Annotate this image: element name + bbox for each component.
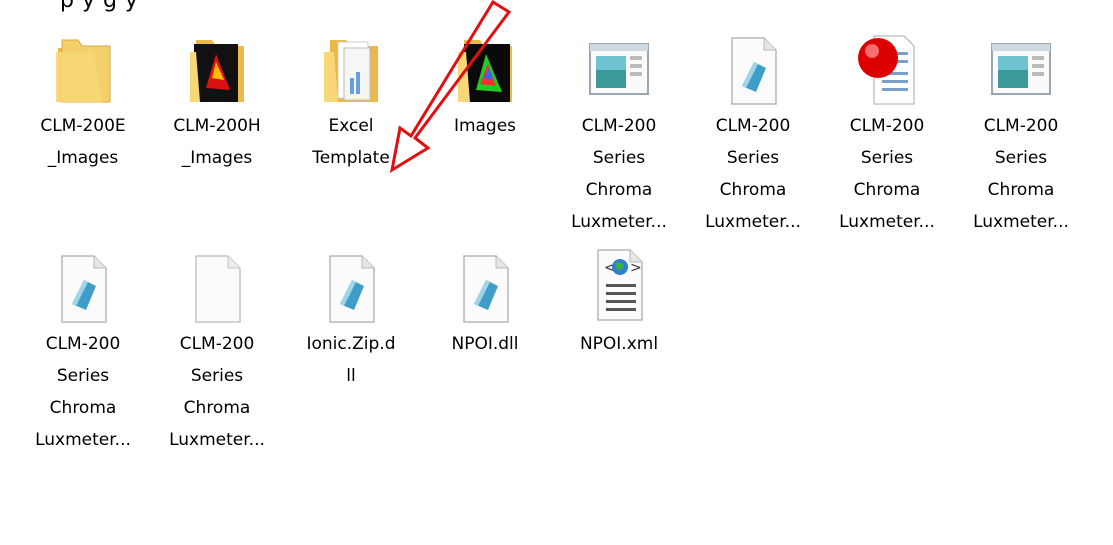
folder-icon xyxy=(48,18,118,108)
svg-text:>: > xyxy=(630,260,642,276)
file-item[interactable]: CLM-200 Series Chroma Luxmeter... xyxy=(154,236,280,456)
file-item-label: CLM-200 Series Chroma Luxmeter... xyxy=(705,116,801,232)
file-item[interactable]: CLM-200 Series Chroma Luxmeter... xyxy=(958,18,1084,238)
file-item[interactable]: Ionic.Zip.d ll xyxy=(288,236,414,392)
file-item[interactable]: CLM-200E _Images xyxy=(20,18,146,174)
file-item-label: CLM-200E _Images xyxy=(40,116,126,168)
file-item-label: CLM-200 Series Chroma Luxmeter... xyxy=(571,116,667,232)
file-item[interactable]: CLM-200 Series Chroma Luxmeter... xyxy=(824,18,950,238)
application-icon xyxy=(584,18,654,108)
folder-icon xyxy=(182,18,252,108)
folder-icon xyxy=(316,18,386,108)
file-item[interactable]: CLM-200H _Images xyxy=(154,18,280,174)
file-item[interactable]: CLM-200 Series Chroma Luxmeter... xyxy=(690,18,816,238)
application-icon xyxy=(986,18,1056,108)
file-item[interactable]: < > NPOI.xml xyxy=(556,236,682,360)
file-item[interactable]: NPOI.dll xyxy=(422,236,548,360)
document-file-icon xyxy=(48,236,118,326)
file-item-label: CLM-200H _Images xyxy=(173,116,261,168)
file-item-label: NPOI.dll xyxy=(451,334,519,354)
file-item-label: NPOI.xml xyxy=(579,334,659,354)
file-item-label: CLM-200 Series Chroma Luxmeter... xyxy=(973,116,1069,232)
document-file-icon xyxy=(450,236,520,326)
file-item-label: Ionic.Zip.d ll xyxy=(306,334,396,386)
document-red-ball-icon xyxy=(852,18,922,108)
blank-file-icon xyxy=(182,236,252,326)
file-item[interactable]: Excel Template xyxy=(288,18,414,174)
document-file-icon xyxy=(316,236,386,326)
file-item-label: Excel Template xyxy=(312,116,390,168)
file-item[interactable]: Images xyxy=(422,18,548,142)
file-item[interactable]: CLM-200 Series Chroma Luxmeter... xyxy=(20,236,146,456)
file-item-label: CLM-200 Series Chroma Luxmeter... xyxy=(35,334,131,450)
xml-file-icon: < > xyxy=(584,236,654,326)
file-item-label: Images xyxy=(453,116,517,136)
top-caption-text: p y g y xyxy=(60,0,139,13)
document-file-icon xyxy=(718,18,788,108)
folder-icon xyxy=(450,18,520,108)
file-item-label: CLM-200 Series Chroma Luxmeter... xyxy=(839,116,935,232)
file-item[interactable]: CLM-200 Series Chroma Luxmeter... xyxy=(556,18,682,238)
file-item-label: CLM-200 Series Chroma Luxmeter... xyxy=(169,334,265,450)
